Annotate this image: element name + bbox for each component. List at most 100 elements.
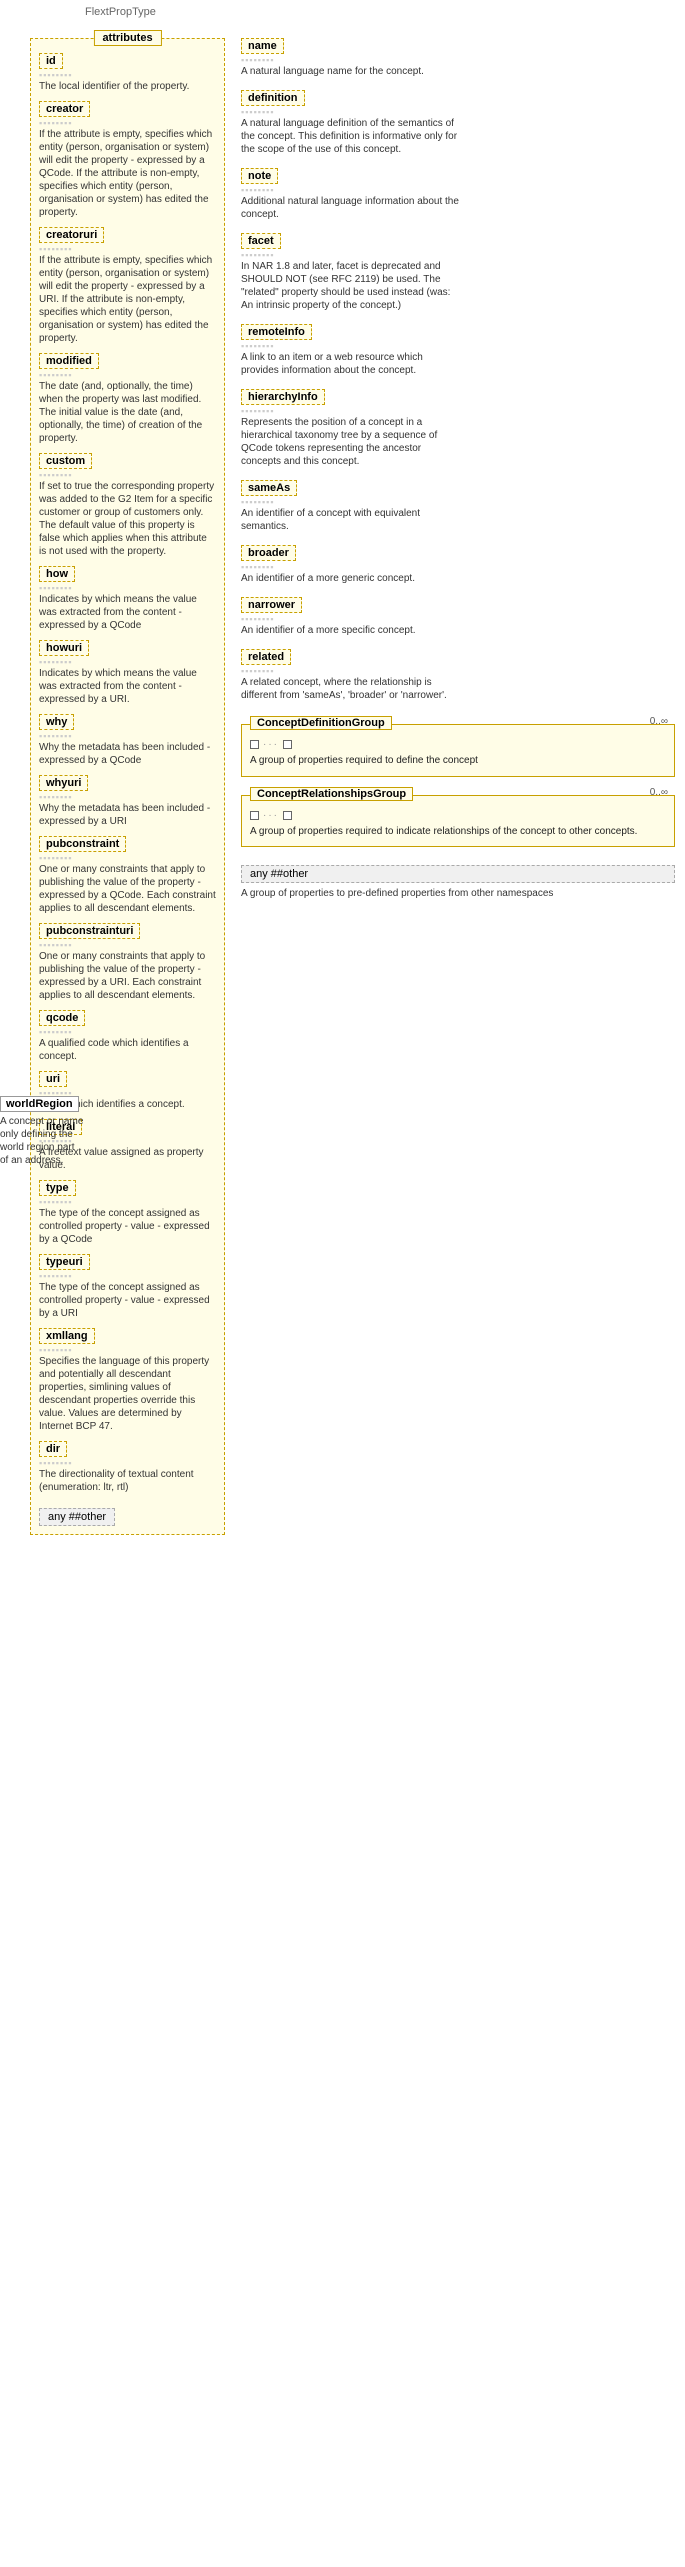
right-prop-name-box[interactable]: facet xyxy=(241,233,281,249)
right-prop-row: name▪▪▪▪▪▪▪▪A natural language name for … xyxy=(241,38,675,78)
attr-name-box[interactable]: type xyxy=(39,1180,76,1196)
world-region-container: worldRegion A concept or name only defin… xyxy=(0,1096,85,1167)
attr-name-box[interactable]: howuri xyxy=(39,640,89,656)
attr-desc: The date (and, optionally, the time) whe… xyxy=(39,380,216,445)
page-title: FlextPropType xyxy=(0,6,685,18)
concept-relationships-group-desc: A group of properties required to indica… xyxy=(250,825,666,839)
attr-name-box[interactable]: dir xyxy=(39,1441,67,1457)
right-prop-dots: ▪▪▪▪▪▪▪▪ xyxy=(241,497,675,507)
conn-box-2 xyxy=(283,740,292,749)
attr-dots: ▪▪▪▪▪▪▪▪ xyxy=(39,1197,216,1207)
attr-desc: The directionality of textual content (e… xyxy=(39,1468,216,1494)
conn-dots-2: ··· xyxy=(263,810,279,821)
right-prop-desc: A related concept, where the relationshi… xyxy=(241,676,461,702)
attributes-box: attributes id▪▪▪▪▪▪▪▪The local identifie… xyxy=(30,38,225,1535)
right-prop-desc: An identifier of a more specific concept… xyxy=(241,624,461,637)
attr-name-box[interactable]: custom xyxy=(39,453,92,469)
attr-item: qcode▪▪▪▪▪▪▪▪A qualified code which iden… xyxy=(39,1010,216,1063)
right-prop-desc: An identifier of a concept with equivale… xyxy=(241,507,461,533)
right-prop-desc: A natural language definition of the sem… xyxy=(241,117,461,156)
attr-item: how▪▪▪▪▪▪▪▪Indicates by which means the … xyxy=(39,566,216,632)
conn-box-1 xyxy=(250,740,259,749)
attr-name-box[interactable]: how xyxy=(39,566,75,582)
attr-desc: One or many constraints that apply to pu… xyxy=(39,950,216,1002)
attr-desc: A qualified code which identifies a conc… xyxy=(39,1037,216,1063)
attr-name-box[interactable]: whyuri xyxy=(39,775,88,791)
attr-desc: If the attribute is empty, specifies whi… xyxy=(39,254,216,345)
main-structure: worldRegion A concept or name only defin… xyxy=(10,26,675,1535)
attr-desc: If the attribute is empty, specifies whi… xyxy=(39,128,216,219)
attr-dots: ▪▪▪▪▪▪▪▪ xyxy=(39,244,216,254)
right-prop-name-box[interactable]: sameAs xyxy=(241,480,297,496)
attr-item: custom▪▪▪▪▪▪▪▪If set to true the corresp… xyxy=(39,453,216,558)
attr-desc: Why the metadata has been included - exp… xyxy=(39,741,216,767)
attr-item: xmllang▪▪▪▪▪▪▪▪Specifies the language of… xyxy=(39,1328,216,1433)
right-prop-row: note▪▪▪▪▪▪▪▪Additional natural language … xyxy=(241,168,675,221)
concept-definition-group-multiplicity: 0..∞ xyxy=(650,716,668,727)
attr-desc: The type of the concept assigned as cont… xyxy=(39,1207,216,1246)
attr-item: creatoruri▪▪▪▪▪▪▪▪If the attribute is em… xyxy=(39,227,216,345)
page-container: FlextPropType worldRegion A concept or n… xyxy=(0,6,685,1535)
attr-desc: The local identifier of the property. xyxy=(39,80,216,93)
right-prop-name-box[interactable]: broader xyxy=(241,545,296,561)
right-prop-dots: ▪▪▪▪▪▪▪▪ xyxy=(241,250,675,260)
attr-name-box[interactable]: qcode xyxy=(39,1010,85,1026)
attr-desc: Indicates by which means the value was e… xyxy=(39,667,216,706)
right-column: name▪▪▪▪▪▪▪▪A natural language name for … xyxy=(225,26,675,1535)
attr-name-box[interactable]: xmllang xyxy=(39,1328,95,1344)
attr-dots: ▪▪▪▪▪▪▪▪ xyxy=(39,1027,216,1037)
any-other-box[interactable]: any ##other xyxy=(39,1508,115,1526)
right-prop-name-box[interactable]: definition xyxy=(241,90,305,106)
right-prop-row: definition▪▪▪▪▪▪▪▪A natural language def… xyxy=(241,90,675,156)
attr-name-box[interactable]: pubconstraint xyxy=(39,836,126,852)
right-prop-name-box[interactable]: remoteInfo xyxy=(241,324,312,340)
right-prop-desc: Represents the position of a concept in … xyxy=(241,416,461,468)
attr-name-box[interactable]: creatoruri xyxy=(39,227,104,243)
attr-dots: ▪▪▪▪▪▪▪▪ xyxy=(39,370,216,380)
right-prop-row: sameAs▪▪▪▪▪▪▪▪An identifier of a concept… xyxy=(241,480,675,533)
right-prop-row: broader▪▪▪▪▪▪▪▪An identifier of a more g… xyxy=(241,545,675,585)
right-prop-name-box[interactable]: note xyxy=(241,168,278,184)
concept-definition-group-title: ConceptDefinitionGroup xyxy=(250,716,392,730)
right-top-props-container: name▪▪▪▪▪▪▪▪A natural language name for … xyxy=(241,38,675,706)
any-other-bottom-box[interactable]: any ##other xyxy=(241,865,675,883)
right-prop-dots: ▪▪▪▪▪▪▪▪ xyxy=(241,562,675,572)
attr-name-box[interactable]: modified xyxy=(39,353,99,369)
attr-item: type▪▪▪▪▪▪▪▪The type of the concept assi… xyxy=(39,1180,216,1246)
attr-name-box[interactable]: uri xyxy=(39,1071,67,1087)
attr-name-box[interactable]: why xyxy=(39,714,74,730)
concept-relationships-group-title: ConceptRelationshipsGroup xyxy=(250,787,413,801)
attr-desc: Specifies the language of this property … xyxy=(39,1355,216,1433)
attr-name-box[interactable]: creator xyxy=(39,101,90,117)
right-prop-name-box[interactable]: narrower xyxy=(241,597,302,613)
attr-dots: ▪▪▪▪▪▪▪▪ xyxy=(39,853,216,863)
attr-item: pubconstraint▪▪▪▪▪▪▪▪One or many constra… xyxy=(39,836,216,915)
right-prop-name-box[interactable]: hierarchyInfo xyxy=(241,389,325,405)
concept-relationships-group-multiplicity: 0..∞ xyxy=(650,787,668,798)
attr-dots: ▪▪▪▪▪▪▪▪ xyxy=(39,1271,216,1281)
attr-desc: If set to true the corresponding propert… xyxy=(39,480,216,558)
conn-dots-1: ··· xyxy=(263,739,279,750)
attr-dots: ▪▪▪▪▪▪▪▪ xyxy=(39,118,216,128)
attr-name-box[interactable]: typeuri xyxy=(39,1254,90,1270)
attr-item: dir▪▪▪▪▪▪▪▪The directionality of textual… xyxy=(39,1441,216,1494)
right-prop-dots: ▪▪▪▪▪▪▪▪ xyxy=(241,406,675,416)
right-prop-row: related▪▪▪▪▪▪▪▪A related concept, where … xyxy=(241,649,675,702)
concept-relationships-group-box: ConceptRelationshipsGroup 0..∞ ··· A gro… xyxy=(241,795,675,848)
attr-item: id▪▪▪▪▪▪▪▪The local identifier of the pr… xyxy=(39,53,216,93)
world-region-box[interactable]: worldRegion xyxy=(0,1096,79,1112)
attr-dots: ▪▪▪▪▪▪▪▪ xyxy=(39,1345,216,1355)
right-prop-row: facet▪▪▪▪▪▪▪▪In NAR 1.8 and later, facet… xyxy=(241,233,675,312)
concept-definition-group-desc: A group of properties required to define… xyxy=(250,754,666,768)
right-prop-dots: ▪▪▪▪▪▪▪▪ xyxy=(241,107,675,117)
attr-name-box[interactable]: id xyxy=(39,53,63,69)
right-prop-name-box[interactable]: name xyxy=(241,38,284,54)
left-column: attributes id▪▪▪▪▪▪▪▪The local identifie… xyxy=(30,26,225,1535)
right-prop-desc: Additional natural language information … xyxy=(241,195,461,221)
attr-name-box[interactable]: pubconstrainturi xyxy=(39,923,140,939)
right-prop-dots: ▪▪▪▪▪▪▪▪ xyxy=(241,185,675,195)
right-prop-name-box[interactable]: related xyxy=(241,649,291,665)
attr-dots: ▪▪▪▪▪▪▪▪ xyxy=(39,1458,216,1468)
attr-dots: ▪▪▪▪▪▪▪▪ xyxy=(39,70,216,80)
conn-box-3 xyxy=(250,811,259,820)
